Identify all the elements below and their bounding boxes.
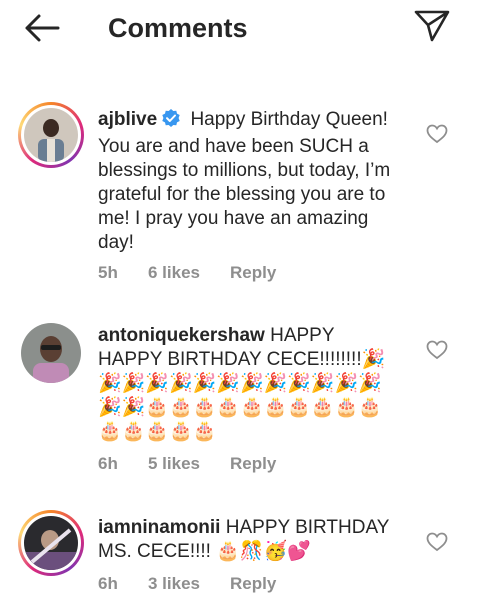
comment-text-block: iamninamonii HAPPY BIRTHDAY MS. CECE!!!!…	[98, 516, 398, 564]
comment-item: ajblive Happy Birthday Queen! You are an…	[0, 100, 480, 300]
comment-time: 6h	[98, 454, 118, 473]
page-title: Comments	[108, 13, 248, 43]
share-button[interactable]	[412, 8, 452, 44]
comment-item: iamninamonii HAPPY BIRTHDAY MS. CECE!!!!…	[0, 508, 480, 608]
comment-text-block: ajblive Happy Birthday Queen! You are an…	[98, 108, 398, 255]
like-button[interactable]	[426, 340, 448, 360]
verified-badge-icon	[161, 108, 181, 135]
heart-icon	[426, 124, 448, 144]
comment-text-block: antoniquekershaw HAPPY HAPPY BIRTHDAY CE…	[98, 324, 398, 444]
avatar-story-ring[interactable]	[18, 102, 84, 168]
comment-username[interactable]: ajblive	[98, 109, 157, 130]
arrow-left-icon	[25, 14, 60, 42]
like-button[interactable]	[426, 124, 448, 144]
paper-plane-icon	[414, 10, 450, 42]
comment-username[interactable]: antoniquekershaw	[98, 325, 265, 346]
comment-time: 6h	[98, 574, 118, 593]
like-button[interactable]	[426, 532, 448, 552]
comment-message: Happy Birthday Queen! You are and have b…	[98, 109, 391, 253]
comment-meta: 6h 5 likes Reply	[98, 454, 276, 474]
comment-username[interactable]: iamninamonii	[98, 517, 220, 538]
header-bar: Comments	[0, 0, 480, 56]
comment-meta: 6h 3 likes Reply	[98, 574, 276, 594]
comment-meta: 5h 6 likes Reply	[98, 263, 276, 283]
avatar-story-ring[interactable]	[18, 510, 84, 576]
reply-button[interactable]: Reply	[230, 574, 276, 594]
heart-icon	[426, 340, 448, 360]
reply-button[interactable]: Reply	[230, 263, 276, 283]
comment-likes[interactable]: 6 likes	[148, 263, 230, 283]
comment-time: 5h	[98, 263, 118, 282]
avatar-wrapper[interactable]	[18, 320, 84, 386]
back-button[interactable]	[22, 12, 62, 44]
comment-likes[interactable]: 3 likes	[148, 574, 230, 594]
avatar	[21, 323, 81, 383]
comment-item: antoniquekershaw HAPPY HAPPY BIRTHDAY CE…	[0, 318, 480, 490]
avatar	[24, 516, 78, 570]
heart-icon	[426, 532, 448, 552]
comment-likes[interactable]: 5 likes	[148, 454, 230, 474]
reply-button[interactable]: Reply	[230, 454, 276, 474]
avatar	[24, 108, 78, 162]
